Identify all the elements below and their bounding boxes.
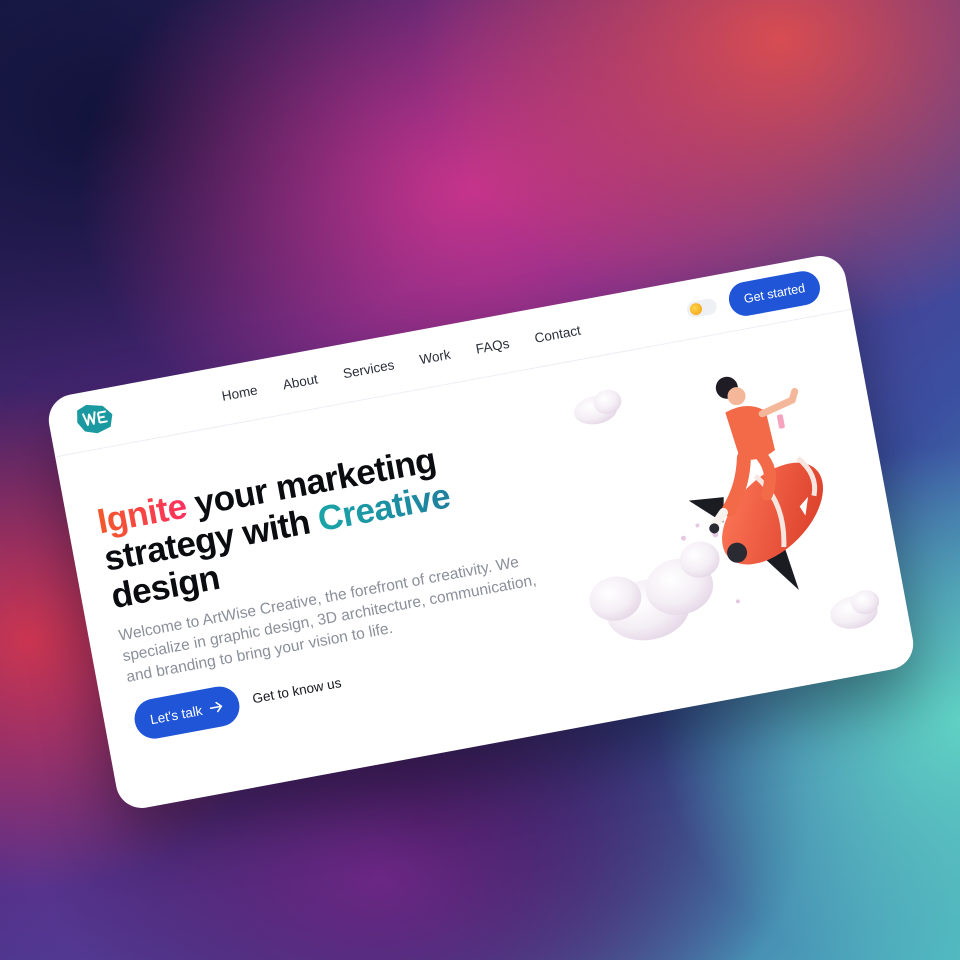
lets-talk-button[interactable]: Let's talk <box>131 683 243 742</box>
nav-about[interactable]: About <box>282 371 319 392</box>
lets-talk-label: Let's talk <box>148 702 204 727</box>
small-cloud-top <box>573 389 622 425</box>
small-cloud-bottom <box>830 590 880 629</box>
main-nav: Home About Services Work FAQs Contact <box>221 323 582 404</box>
get-to-know-us-link[interactable]: Get to know us <box>251 675 342 706</box>
exhaust-cloud <box>589 523 740 641</box>
theme-toggle[interactable] <box>685 297 719 319</box>
arrow-right-icon <box>210 701 223 713</box>
sun-toggle-icon <box>688 302 703 317</box>
nav-work[interactable]: Work <box>418 347 451 367</box>
artwise-logo[interactable] <box>72 398 118 439</box>
nav-contact[interactable]: Contact <box>533 323 581 346</box>
get-started-button[interactable]: Get started <box>726 268 823 319</box>
landing-page-card: Home About Services Work FAQs Contact Ge… <box>44 251 918 813</box>
nav-faqs[interactable]: FAQs <box>475 336 511 357</box>
rocket-rider-illustration <box>573 376 880 641</box>
nav-home[interactable]: Home <box>221 382 259 403</box>
nav-services[interactable]: Services <box>342 357 396 381</box>
